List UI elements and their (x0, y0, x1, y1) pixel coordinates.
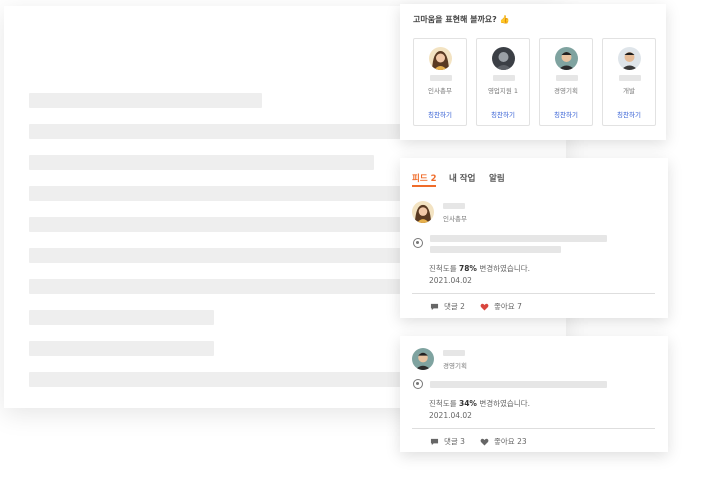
name-placeholder (619, 75, 641, 81)
feed-panel: 피드 2 내 작업 알림 인사총무 진척도를 78% 변경하였습니다. 2021… (400, 158, 668, 318)
person-dept: 인사총무 (428, 87, 452, 95)
praise-title: 고마움을 표현해 볼까요? 👍 (413, 15, 510, 24)
praise-button[interactable]: 칭찬하기 (540, 109, 592, 119)
progress-value: 34% (458, 399, 477, 408)
avatar (429, 47, 452, 70)
person-dept: 경영기획 (554, 87, 578, 95)
skeleton-line (29, 341, 214, 356)
praise-button[interactable]: 칭찬하기 (414, 109, 466, 119)
progress-message: 진척도를 78% 변경하였습니다. (429, 264, 531, 273)
avatar (492, 47, 515, 70)
name-placeholder (493, 75, 515, 81)
person-card[interactable]: 개발 칭찬하기 (602, 38, 656, 126)
content-placeholder (430, 246, 561, 253)
content-placeholder (430, 235, 607, 242)
avatar (555, 47, 578, 70)
praise-button[interactable]: 칭찬하기 (477, 109, 529, 119)
active-tab-indicator (412, 185, 436, 187)
person-dept: 영업지원 1 (487, 87, 519, 95)
tab-feed[interactable]: 피드 2 (412, 172, 437, 184)
tab-my-tasks[interactable]: 내 작업 (449, 172, 475, 184)
radio-icon (413, 379, 423, 389)
radio-icon (413, 238, 423, 248)
skeleton-line (29, 155, 374, 170)
comment-icon (430, 438, 439, 445)
name-placeholder (443, 203, 465, 209)
like-button[interactable]: 좋아요 7 (480, 301, 522, 312)
post-author-dept: 인사총무 (443, 215, 467, 223)
tab-notifications[interactable]: 알림 (489, 172, 505, 184)
name-placeholder (430, 75, 452, 81)
post-date: 2021.04.02 (429, 411, 472, 420)
person-card[interactable]: 영업지원 1 칭찬하기 (476, 38, 530, 126)
progress-message: 진척도를 34% 변경하였습니다. (429, 399, 531, 408)
post-author-dept: 경영기획 (443, 362, 467, 370)
comment-button[interactable]: 댓글 2 (430, 301, 465, 312)
post-card: 경영기획 진척도를 34% 변경하였습니다. 2021.04.02 댓글 3 좋… (400, 336, 668, 452)
comment-button[interactable]: 댓글 3 (430, 436, 465, 447)
avatar (618, 47, 641, 70)
like-button[interactable]: 좋아요 23 (480, 436, 527, 447)
heart-icon (480, 438, 489, 446)
divider (412, 293, 655, 294)
divider (412, 428, 655, 429)
avatar (412, 348, 434, 370)
post-date: 2021.04.02 (429, 276, 472, 285)
comment-icon (430, 303, 439, 310)
praise-panel: 고마움을 표현해 볼까요? 👍 인사총무 칭찬하기 영업지원 1 칭찬하기 경영… (400, 4, 666, 140)
content-placeholder (430, 381, 607, 388)
avatar (412, 201, 434, 223)
person-card[interactable]: 경영기획 칭찬하기 (539, 38, 593, 126)
progress-value: 78% (458, 264, 477, 273)
skeleton-line (29, 310, 214, 325)
skeleton-line (29, 93, 262, 108)
name-placeholder (443, 350, 465, 356)
person-dept: 개발 (623, 87, 635, 95)
heart-icon (480, 303, 489, 311)
person-card[interactable]: 인사총무 칭찬하기 (413, 38, 467, 126)
praise-button[interactable]: 칭찬하기 (603, 109, 655, 119)
name-placeholder (556, 75, 578, 81)
